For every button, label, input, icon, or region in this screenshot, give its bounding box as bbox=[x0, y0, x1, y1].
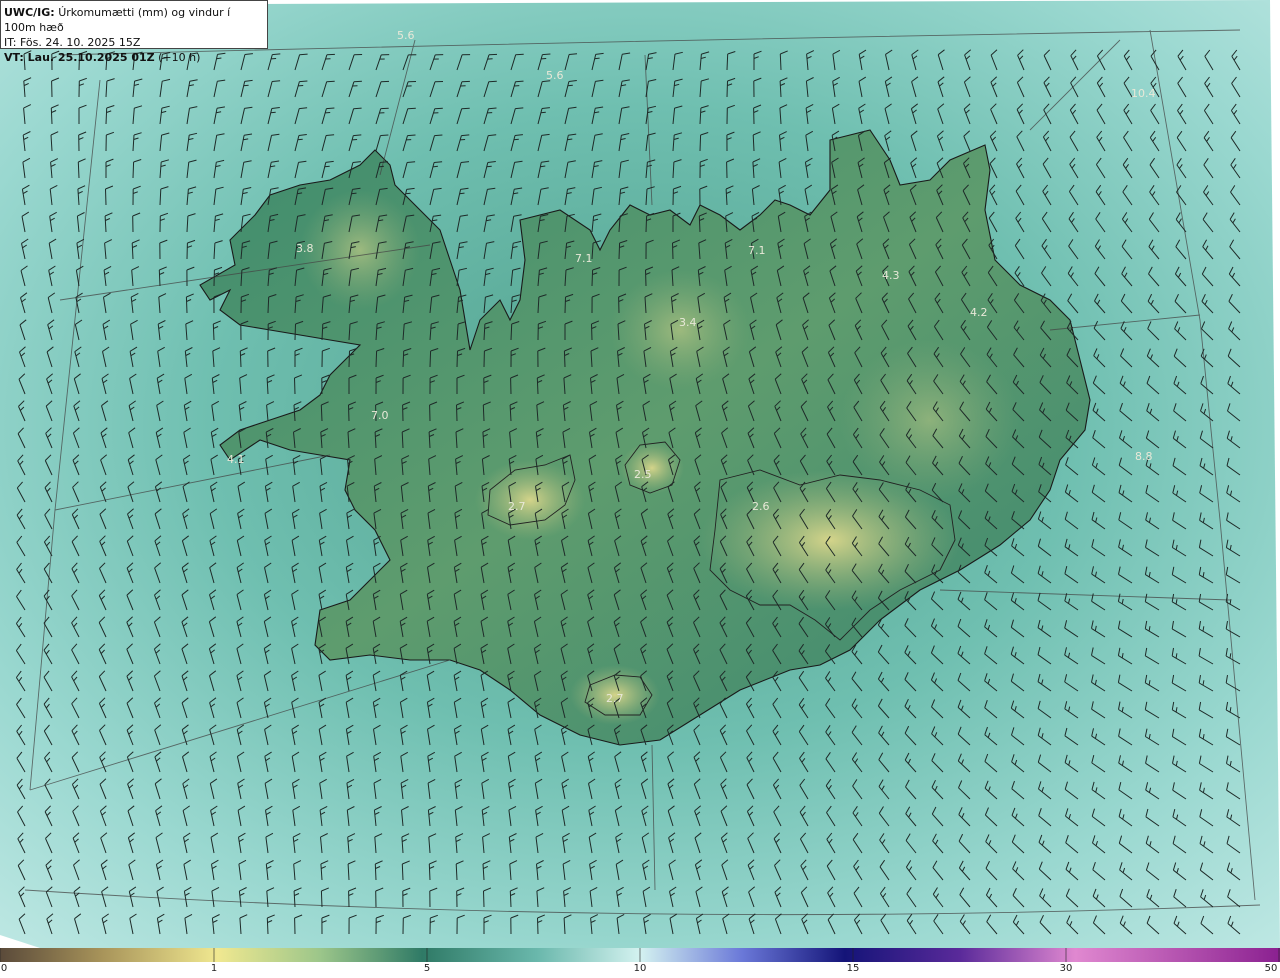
hofsjokull-area bbox=[620, 442, 684, 494]
westfjords-highland bbox=[300, 190, 420, 310]
model-name: UWC/IG: bbox=[4, 6, 55, 19]
weather-map[interactable] bbox=[0, 0, 1280, 978]
colorbar bbox=[0, 948, 1280, 962]
valid-time: VT: Lau. 25.10.2025 01Z bbox=[4, 51, 155, 64]
colorbar-tick-label: 50 bbox=[1264, 963, 1278, 974]
valid-time-line: VT: Lau. 25.10.2025 01Z (+10 h) bbox=[4, 50, 264, 65]
init-time: IT: Fös. 24. 10. 2025 15Z bbox=[4, 36, 141, 49]
title-line: UWC/IG: Úrkomumætti (mm) og vindur í 100… bbox=[4, 5, 264, 35]
north-highland bbox=[610, 270, 750, 390]
colorbar-tick-label: 5 bbox=[423, 963, 431, 974]
colorbar-tick-label: 0 bbox=[0, 963, 8, 974]
colorbar-labels: 0 1 5 10 15 30 50 bbox=[0, 962, 1280, 978]
myrdalsjokull-area bbox=[570, 665, 660, 725]
lead-time: (+10 h) bbox=[158, 51, 201, 64]
colorbar-tick-label: 1 bbox=[210, 963, 218, 974]
map-info-box: UWC/IG: Úrkomumætti (mm) og vindur í 100… bbox=[0, 0, 268, 64]
east-highland bbox=[840, 340, 1020, 500]
colorbar-tick-label: 30 bbox=[1059, 963, 1073, 974]
colorbar-tick-label: 15 bbox=[846, 963, 860, 974]
langjokull-area bbox=[475, 460, 585, 540]
colorbar-tick-label: 10 bbox=[633, 963, 647, 974]
